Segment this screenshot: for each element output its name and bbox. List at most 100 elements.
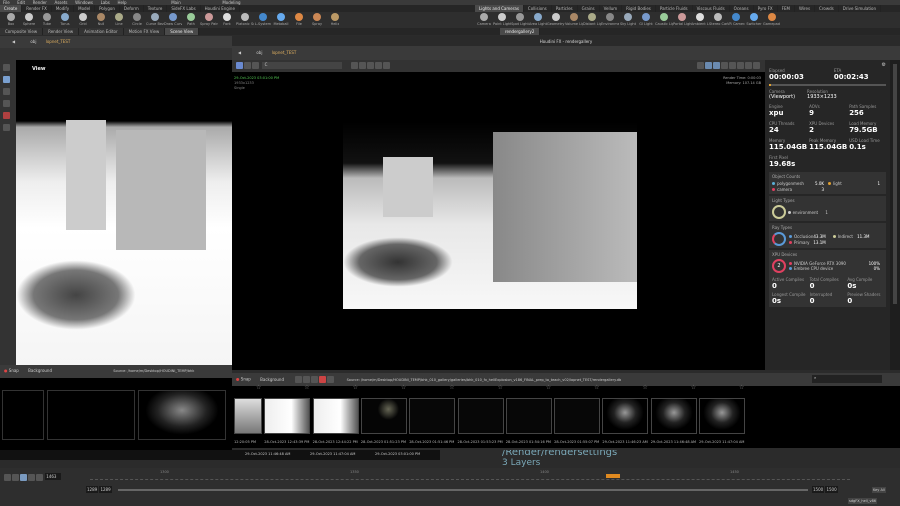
shelf-tab[interactable]: Collisions <box>524 5 552 12</box>
export-icon[interactable] <box>745 62 752 69</box>
contrast-icon[interactable] <box>737 62 744 69</box>
shelf-tool[interactable]: Spray Paint <box>200 13 218 26</box>
pane-tab[interactable]: rendergallery2 <box>500 28 541 35</box>
snapshot-icon[interactable] <box>697 62 704 69</box>
shelf-tab[interactable]: Vellum <box>600 5 623 12</box>
shelf-tab[interactable]: Render FX <box>22 5 52 12</box>
shelf-tab[interactable]: Rigid Bodies <box>622 5 656 12</box>
snap-button[interactable]: ● Snap <box>4 368 19 373</box>
shelf-tool[interactable]: Gamepad Camera <box>763 13 781 26</box>
shelf-tool[interactable]: Metaball <box>272 13 290 26</box>
shelf-tool[interactable]: Draw Curve <box>164 13 182 26</box>
shelf-tool[interactable]: Spot Light <box>511 13 529 26</box>
shelf-tab[interactable]: Oceans <box>730 5 754 12</box>
bulb-icon[interactable] <box>713 62 720 69</box>
shelf-tab[interactable]: Drive Simulation <box>839 5 881 12</box>
shelf-tool[interactable]: Stereo Camera <box>709 13 727 26</box>
shelf-tab[interactable]: Modify <box>52 5 75 12</box>
shelf-tab[interactable]: Texture <box>144 5 168 12</box>
info-icon[interactable] <box>311 376 319 383</box>
shelf-tab[interactable]: Particles <box>552 5 578 12</box>
favorite-star-icon[interactable]: ☆ <box>449 384 454 391</box>
left-viewport[interactable]: View <box>16 60 232 365</box>
shelf-tab[interactable]: SideFX Labs <box>167 5 201 12</box>
shelf-tab[interactable]: FEM <box>778 5 795 12</box>
timeline-track[interactable]: 13001350140014501500 <box>90 470 850 480</box>
render-view[interactable]: 29-Oct-2023 03:01:00 PM 1933x1233 Single… <box>232 72 765 370</box>
gallery-thumbnail[interactable] <box>312 398 359 434</box>
shelf-tool[interactable]: VR Camera <box>727 13 745 26</box>
shelf-tool[interactable]: Geometry Light <box>547 13 565 26</box>
shelf-tool[interactable]: Caustic Light <box>655 13 673 26</box>
back-icon[interactable]: ◀ <box>238 50 241 55</box>
shelf-tab[interactable]: Lights and Cameras <box>475 5 524 12</box>
shelf-tool[interactable]: Sphere <box>20 13 38 26</box>
favorite-star-icon[interactable]: ☆ <box>594 384 599 391</box>
path-lopnet[interactable]: lopnet_TEST <box>272 50 297 55</box>
current-frame-field[interactable]: 1463 <box>45 473 62 480</box>
shelf-tab[interactable]: Polygon <box>95 5 120 12</box>
shelf-tool[interactable]: Tube <box>38 13 56 26</box>
shelf-tool[interactable]: Font <box>218 13 236 26</box>
pose-tool-icon[interactable] <box>3 100 10 107</box>
pane-tab[interactable]: Render View <box>43 28 80 35</box>
handle-tool-icon[interactable] <box>3 88 10 95</box>
shelf-tool[interactable]: Line <box>110 13 128 26</box>
start-frame-field[interactable]: 1289 <box>86 486 99 493</box>
favorite-star-icon[interactable]: ☆ <box>546 384 551 391</box>
favorite-star-icon[interactable]: ☆ <box>642 384 647 391</box>
thumbnail[interactable] <box>138 390 226 440</box>
gallery-search-input[interactable]: ⌕ <box>812 375 882 383</box>
jump-end-icon[interactable] <box>36 473 43 481</box>
shelf-tool[interactable]: Point Light <box>493 13 511 26</box>
shelf-tab[interactable]: Create <box>0 5 23 12</box>
shelf-tool[interactable]: Box <box>2 13 20 26</box>
snap-button[interactable]: ● Snap <box>236 377 251 382</box>
gallery-thumbnail[interactable] <box>650 398 697 434</box>
pane-tab[interactable]: Composite View <box>0 28 44 35</box>
favorite-star-icon[interactable]: ☆ <box>498 384 503 391</box>
stats-scrollbar[interactable] <box>890 60 900 370</box>
shelf-tool[interactable]: Torus <box>56 13 74 26</box>
shelf-tool[interactable]: Area Light <box>529 13 547 26</box>
shelf-tab[interactable]: Crowds <box>815 5 839 12</box>
zoom-out-icon[interactable] <box>359 62 367 69</box>
compare-icon[interactable] <box>705 62 712 69</box>
background-dropdown[interactable]: Background <box>260 377 284 382</box>
shelf-tool[interactable]: Switcher <box>745 13 763 26</box>
shelf-tab[interactable]: Houdini Engine <box>201 5 240 12</box>
camera-field[interactable]: C <box>261 62 342 69</box>
shelf-tool[interactable]: Sky Light <box>619 13 637 26</box>
pane-tab[interactable]: Motion FX View <box>123 28 166 35</box>
delete-icon[interactable] <box>319 376 327 383</box>
gear-icon[interactable]: ⚙ <box>882 62 886 68</box>
pane-tab[interactable]: Scene View <box>165 28 200 35</box>
shelf-tool[interactable]: Null <box>92 13 110 26</box>
key-all-button[interactable]: Key All <box>872 487 886 493</box>
glasses-icon[interactable] <box>729 62 736 69</box>
pause-icon[interactable] <box>244 62 251 69</box>
shelf-tool[interactable]: Portal Light <box>673 13 691 26</box>
pane-tab[interactable]: Animation Editor <box>79 28 124 35</box>
thumbnail[interactable] <box>47 390 135 440</box>
display-icon[interactable] <box>252 62 259 69</box>
shelf-tool[interactable]: Environment Light <box>601 13 619 26</box>
shelf-tool[interactable]: Path <box>182 13 200 26</box>
shelf-tool[interactable]: File <box>290 13 308 26</box>
gallery-thumbnail[interactable] <box>505 398 552 434</box>
gallery-thumbnail[interactable] <box>602 398 649 434</box>
end-frame-field-2[interactable]: 1500 <box>825 486 838 493</box>
shelf-tool[interactable]: Platonic Solids <box>236 13 254 26</box>
camera-icon[interactable] <box>303 376 311 383</box>
shelf-tab[interactable]: Particle Fluids <box>656 5 693 12</box>
pin-icon[interactable] <box>295 376 303 383</box>
shelf-tool[interactable]: L-System <box>254 13 272 26</box>
render-icon[interactable] <box>236 62 243 69</box>
favorite-star-icon[interactable]: ☆ <box>256 384 261 391</box>
play-icon[interactable] <box>28 473 35 481</box>
path-lopnet[interactable]: lopnet_TEST <box>46 39 71 44</box>
shelf-tool[interactable]: Circle <box>128 13 146 26</box>
image-icon[interactable] <box>721 62 728 69</box>
gallery-thumbnail[interactable] <box>234 398 262 434</box>
magnet-icon[interactable] <box>3 112 10 119</box>
